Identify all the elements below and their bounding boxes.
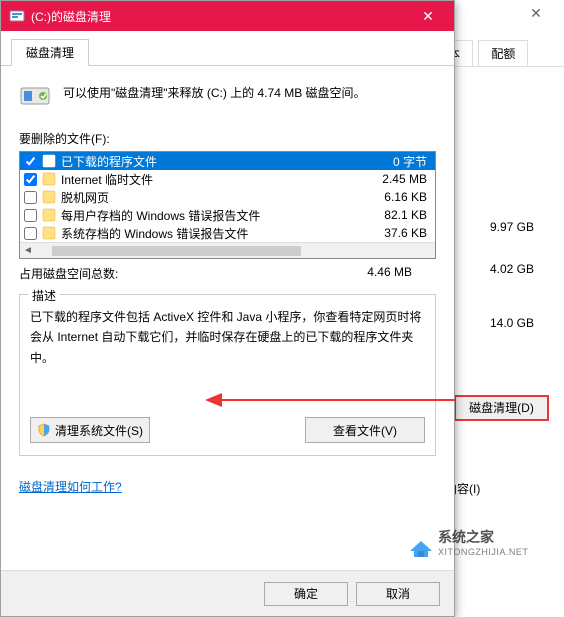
dialog-footer: 确定 取消 [1,570,454,616]
file-name: 系统存档的 Windows 错误报告文件 [61,225,357,242]
close-button[interactable]: ✕ [406,4,450,28]
total-label: 占用磁盘空间总数: [19,265,118,282]
ok-button[interactable]: 确定 [264,582,348,606]
titlebar[interactable]: (C:)的磁盘清理 ✕ [1,1,454,31]
file-type-icon [41,189,57,205]
intro-text: 可以使用"磁盘清理"来释放 (C:) 上的 4.74 MB 磁盘空间。 [63,80,366,102]
files-to-delete-label: 要删除的文件(F): [19,130,436,147]
file-checkbox[interactable] [24,227,37,240]
description-text: 已下载的程序文件包括 ActiveX 控件和 Java 小程序，你查看特定网页时… [30,307,425,407]
tab-quota[interactable]: 配额 [478,40,528,66]
file-type-icon [41,153,57,169]
disk-cleanup-button[interactable]: 磁盘清理(D) [454,395,549,421]
file-size: 6.16 KB [361,190,431,204]
file-checkbox[interactable] [24,209,37,222]
how-it-works-link[interactable]: 磁盘清理如何工作? [19,478,122,495]
file-name: 已下载的程序文件 [61,153,357,170]
description-legend: 描述 [28,287,60,304]
file-list-row[interactable]: 系统存档的 Windows 错误报告文件 37.6 KB [20,224,435,242]
file-name: 脱机网页 [61,189,357,206]
view-files-button[interactable]: 查看文件(V) [305,417,425,443]
file-type-icon [41,225,57,241]
file-size: 2.45 MB [361,172,431,186]
file-checkbox[interactable] [24,173,37,186]
horizontal-scrollbar[interactable]: ◄ [20,242,435,258]
watermark-brand: 系统之家 [438,527,558,547]
dialog-title: (C:)的磁盘清理 [31,8,406,25]
parent-close-button[interactable]: ✕ [516,2,556,24]
file-type-icon [41,171,57,187]
file-size: 37.6 KB [361,226,431,240]
cancel-button[interactable]: 取消 [356,582,440,606]
file-size: 0 字节 [361,153,431,170]
file-checkbox[interactable] [24,191,37,204]
file-checkbox[interactable] [24,155,37,168]
description-group: 描述 已下载的程序文件包括 ActiveX 控件和 Java 小程序，你查看特定… [19,294,436,456]
total-value: 4.46 MB [367,265,412,282]
shield-icon [37,423,51,437]
dialog-tabs: 磁盘清理 [1,31,454,66]
clean-system-files-button[interactable]: 清理系统文件(S) [30,417,150,443]
file-name: Internet 临时文件 [61,171,357,188]
tab-disk-cleanup[interactable]: 磁盘清理 [11,39,89,66]
disk-cleanup-icon [9,8,25,24]
file-list-row[interactable]: 已下载的程序文件0 字节 [20,152,435,170]
watermark-logo-icon [408,533,434,559]
file-name: 每用户存档的 Windows 错误报告文件 [61,207,357,224]
file-list-row[interactable]: 每用户存档的 Windows 错误报告文件 82.1 KB [20,206,435,224]
disk-cleanup-dialog: (C:)的磁盘清理 ✕ 磁盘清理 可以使用"磁盘清理"来释放 (C:) 上的 4… [0,0,455,617]
drive-cleanup-icon [19,80,51,112]
file-size: 82.1 KB [361,208,431,222]
file-list-row[interactable]: 脱机网页 6.16 KB [20,188,435,206]
watermark: 系统之家 XITONGZHIJIA.NET [438,527,558,567]
file-type-icon [41,207,57,223]
file-list-row[interactable]: Internet 临时文件 2.45 MB [20,170,435,188]
file-list[interactable]: 已下载的程序文件0 字节Internet 临时文件 2.45 MB 脱机网页 6.16… [19,151,436,259]
watermark-url: XITONGZHIJIA.NET [438,547,558,557]
